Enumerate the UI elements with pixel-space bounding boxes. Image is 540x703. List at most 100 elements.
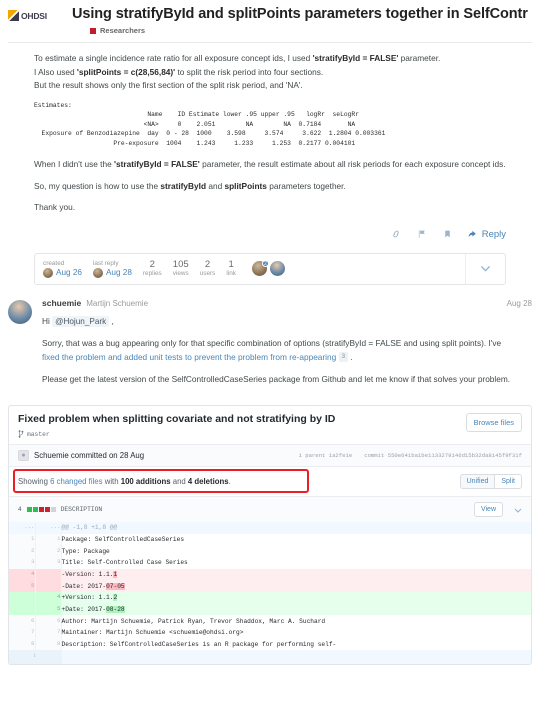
diff-new-line-number: 2 (35, 545, 62, 558)
plain-text: When I didn't use the (34, 159, 114, 170)
stat-users: 2 users (200, 259, 216, 279)
diff-row: 3 3 Title: Self-Controlled Case Series (9, 557, 531, 569)
bookmark-icon[interactable] (443, 229, 452, 239)
flag-icon[interactable] (417, 229, 427, 239)
created-date[interactable]: Aug 26 (56, 268, 82, 277)
post-paragraph: To estimate a single incidence rate rati… (34, 52, 506, 65)
plain-text: So, my question is how to use the (34, 180, 161, 191)
stat-value: 2 (149, 258, 155, 270)
plain-text: to split the risk period into four secti… (175, 66, 324, 77)
stat-label: link (226, 270, 236, 278)
diff-new-line-number: ... (35, 522, 62, 534)
diff-old-line-number (9, 603, 36, 616)
diff-old-line-number: 5 (9, 580, 36, 593)
avatar[interactable]: 2 (251, 260, 269, 277)
topic-map-stats: created Aug 26 last reply Aug 28 2 repli… (35, 254, 465, 284)
reply-username[interactable]: schuemie (42, 298, 81, 308)
showing-mid: with (102, 477, 121, 487)
reference-badge: 3 (338, 352, 349, 363)
avatar[interactable] (43, 267, 53, 278)
topic-map: created Aug 26 last reply Aug 28 2 repli… (34, 252, 506, 285)
browse-files-button[interactable]: Browse files (465, 413, 522, 433)
diff-old-line-number: 6 (9, 615, 36, 628)
post-paragraph: But the result shows only the first sect… (34, 79, 506, 92)
diff-old-line-number (9, 592, 36, 604)
participant-avatars: 2 (251, 260, 285, 277)
diff-word-highlight: 07-05 (106, 582, 125, 590)
stat-label: replies (142, 270, 162, 278)
plain-text: Thank you. (34, 202, 76, 213)
diff-old-line-number: ... (9, 522, 36, 534)
ohdsi-logo[interactable]: OHDSI (8, 9, 66, 22)
fix-link[interactable]: fixed the problem and added unit tests t… (42, 352, 336, 362)
diff-row: 1 1 Package: SelfControlledCaseSeries (9, 533, 531, 546)
reply-body: Hi @Hojun_Park , Sorry, that was a bug a… (42, 308, 532, 387)
topic-header: OHDSI Using stratifyById and splitPoints… (0, 0, 540, 35)
branch-row: master (18, 430, 466, 438)
branch-name[interactable]: master (27, 431, 50, 438)
deletions-count: 4 deletions (187, 477, 229, 487)
commit-hash-info: 1 parent 1a2fe1e commit 550e641ba1be1133… (299, 452, 523, 459)
reply-date[interactable]: Aug 28 (507, 299, 532, 308)
diff-code-line: -Date: 2017-07-05 (61, 580, 531, 593)
reply-button[interactable]: Reply (468, 229, 506, 240)
commit-hash[interactable]: commit 550e641ba1be1133279146d15b32da814… (364, 452, 522, 459)
reply-text-a: Sorry, that was a bug appearing only for… (42, 338, 502, 349)
estimates-code-block: Estimates: Name ID Estimate lower .95 up… (34, 101, 386, 147)
showing-and: and (170, 477, 188, 487)
link-icon[interactable] (391, 229, 401, 239)
split-view-button[interactable]: Split (494, 474, 522, 490)
ohdsi-logo-mark (8, 10, 19, 21)
category-badge[interactable]: Researchers (90, 26, 528, 35)
plain-text: parameter, the result estimate about all… (199, 159, 506, 170)
last-reply-date[interactable]: Aug 28 (106, 268, 132, 277)
topic-map-expand-button[interactable] (465, 253, 505, 284)
avatar[interactable] (92, 267, 103, 278)
view-file-button[interactable]: View (473, 502, 503, 518)
diff-row: ↕ (9, 650, 531, 665)
diff-new-line-number (35, 580, 62, 593)
diff-code-line: Type: Package (61, 547, 110, 555)
post-count-badge: 2 (261, 260, 269, 268)
diff-row: 4 -Version: 1.1.1 (9, 568, 531, 581)
github-card-header: Fixed problem when splitting covariate a… (9, 406, 531, 444)
branch-icon (18, 430, 24, 438)
showing-prefix: Showing (18, 477, 51, 487)
diff-new-line-number (35, 568, 62, 581)
diff-word-highlight: 2 (113, 594, 118, 602)
commit-title[interactable]: Fixed problem when splitting covariate a… (18, 413, 466, 426)
user-mention[interactable]: @Hojun_Park (52, 315, 110, 327)
diff-code-line: @@ -1,8 +1,8 @@ (61, 522, 531, 534)
diff-expand-button[interactable]: ↕ (9, 650, 62, 665)
diff-filename[interactable]: DESCRIPTION (61, 506, 469, 513)
github-commit-meta: ● Schuemie committed on 28 Aug 1 parent … (9, 444, 531, 467)
avatar[interactable] (269, 261, 285, 277)
diff-row: 6 6 Author: Martijn Schuemie, Patrick Ryan… (9, 615, 531, 628)
unified-view-button[interactable]: Unified (459, 474, 495, 490)
topic-page: OHDSI Using stratifyById and splitPoints… (0, 0, 540, 703)
diff-word-highlight: 1 (113, 570, 118, 578)
emphasized-text: splitPoints (224, 180, 267, 191)
diff-code-line: Package: SelfControlledCaseSeries (61, 535, 185, 543)
chevron-down-icon[interactable] (514, 505, 522, 515)
diff-code-line (61, 650, 531, 665)
post-paragraph: So, my question is how to use the strati… (34, 180, 506, 193)
diff-row: 4 +Version: 1.1.2 (9, 592, 531, 604)
diff-new-line-number: 6 (35, 615, 62, 628)
avatar[interactable] (8, 299, 32, 324)
showing-files-row: Showing 6 changed files with 100 additio… (9, 466, 531, 496)
diff-row: ...... @@ -1,8 +1,8 @@ (9, 522, 531, 534)
changed-files-link[interactable]: 6 changed files (50, 477, 102, 486)
diff-code-line: Description: SelfControlledCaseSeries is… (61, 640, 337, 648)
stat-replies: 2 replies (143, 259, 162, 279)
parent-hash[interactable]: 1 parent 1a2fe1e (299, 452, 353, 459)
ohdsi-logo-text: OHDSI (21, 10, 47, 21)
reply-avatar-wrap (8, 298, 34, 396)
diff-stat-bar (26, 507, 56, 513)
post-controls: Reply (0, 223, 540, 240)
diff-old-line-number: 7 (9, 627, 36, 639)
emphasized-text: 'stratifyById = FALSE' (312, 53, 399, 64)
diff-old-line-number: 3 (9, 557, 36, 569)
category-color-swatch (90, 27, 96, 34)
diff-code-line: -Version: 1.1.1 (61, 568, 531, 581)
